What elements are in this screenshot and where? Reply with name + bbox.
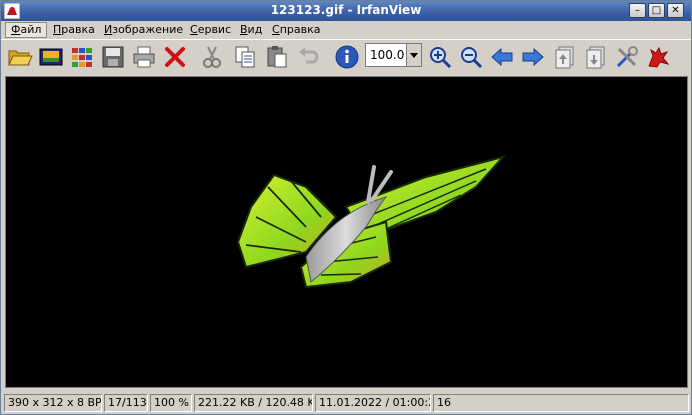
slideshow-icon[interactable] (38, 44, 64, 70)
menu-image[interactable]: Изображение (99, 22, 188, 38)
zoom-out-icon[interactable] (458, 44, 484, 70)
next-icon[interactable] (520, 44, 546, 70)
previous-page-icon[interactable] (552, 44, 578, 70)
status-frames: 16 (433, 394, 689, 412)
zoom-value[interactable]: 100.0 (370, 48, 404, 62)
menu-bar: Файл Правка Изображение Сервис Вид Справ… (1, 21, 691, 39)
thumbnails-icon[interactable] (69, 44, 95, 70)
image-viewport[interactable] (5, 76, 688, 388)
maximize-button[interactable]: □ (648, 3, 665, 18)
options-icon[interactable] (614, 44, 640, 70)
minimize-button[interactable]: – (629, 3, 646, 18)
menu-view[interactable]: Вид (235, 22, 267, 38)
butterfly-image (236, 155, 506, 289)
zoom-combobox[interactable]: 100.0 (365, 43, 422, 67)
status-file-index: 17/113 (104, 394, 148, 412)
menu-help[interactable]: Справка (267, 22, 325, 38)
zoom-dropdown-button[interactable] (406, 44, 421, 66)
print-icon[interactable] (131, 44, 157, 70)
next-page-icon[interactable] (583, 44, 609, 70)
status-dimensions: 390 x 312 x 8 BPP (4, 394, 102, 412)
previous-icon[interactable] (489, 44, 515, 70)
open-folder-icon[interactable] (7, 44, 33, 70)
paste-icon[interactable] (264, 44, 290, 70)
info-icon[interactable] (334, 44, 360, 70)
menu-file[interactable]: Файл (5, 22, 48, 38)
close-button[interactable]: ✕ (667, 3, 684, 18)
title-bar[interactable]: 123123.gif - IrfanView – □ ✕ (1, 1, 691, 21)
irfanview-logo-icon[interactable] (645, 44, 671, 70)
delete-icon[interactable] (162, 44, 188, 70)
toolbar (1, 39, 691, 74)
window-title: 123123.gif - IrfanView (270, 3, 422, 17)
menu-tools[interactable]: Сервис (185, 22, 236, 38)
irfanview-window: 123123.gif - IrfanView – □ ✕ Файл Правка… (0, 0, 692, 415)
status-zoom: 100 % (150, 394, 192, 412)
chevron-down-icon (410, 53, 418, 58)
undo-icon[interactable] (296, 44, 322, 70)
save-icon[interactable] (100, 44, 126, 70)
menu-edit[interactable]: Правка (48, 22, 100, 38)
status-date-time: 11.01.2022 / 01:00:26 (315, 394, 431, 412)
cut-icon[interactable] (199, 44, 225, 70)
status-bar: 390 x 312 x 8 BPP 17/113 100 % 221.22 KB… (1, 392, 691, 414)
zoom-in-icon[interactable] (427, 44, 453, 70)
copy-icon[interactable] (232, 44, 258, 70)
status-file-size: 221.22 KB / 120.48 KB (194, 394, 313, 412)
